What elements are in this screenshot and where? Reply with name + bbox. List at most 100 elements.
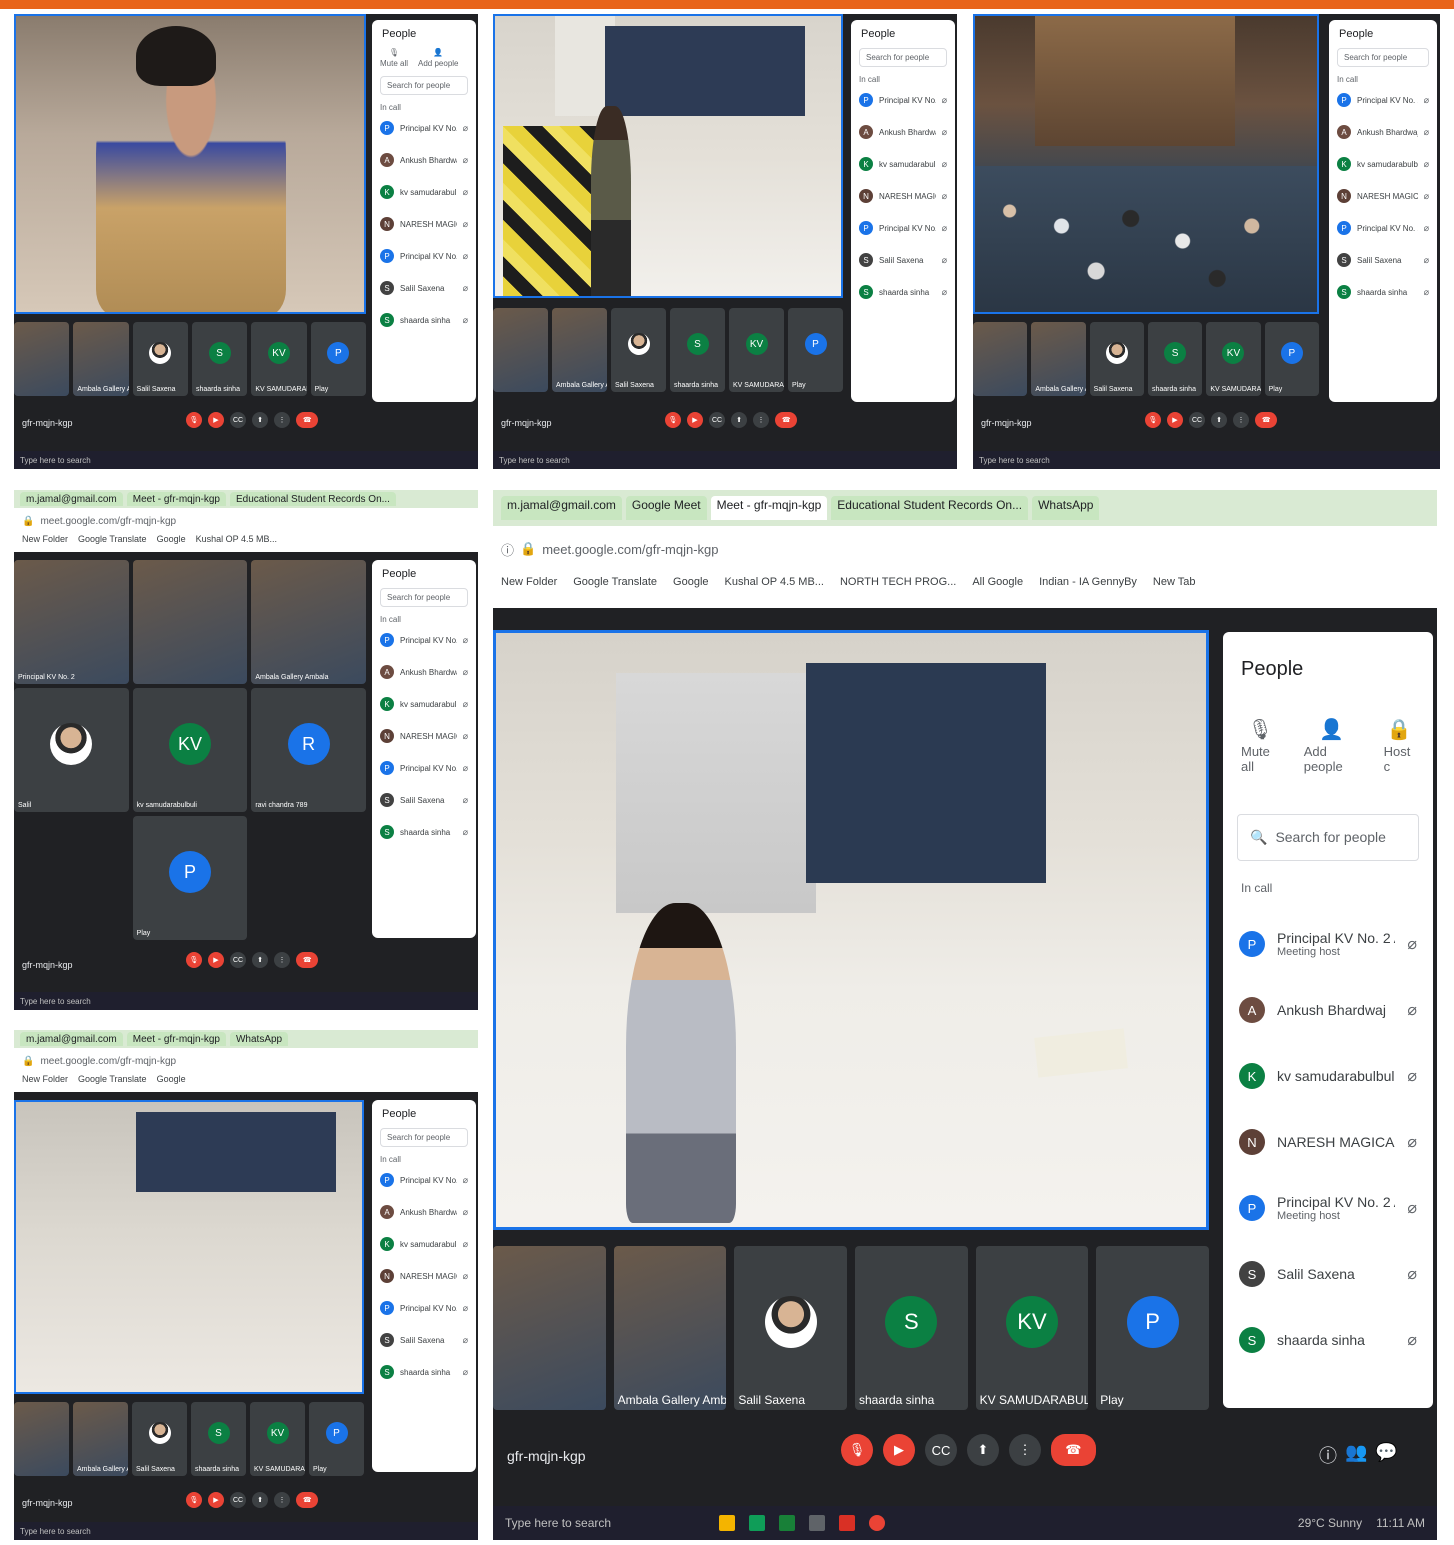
participant-row[interactable]: N NARESH MAGICAL COMPUTE... ⌀ [372, 208, 476, 240]
browser-tab[interactable]: Educational Student Records On... [831, 496, 1029, 520]
mic-muted-icon[interactable]: ⌀ [1407, 934, 1417, 954]
more-options-button[interactable]: ⋮ [1009, 1434, 1041, 1466]
mic-muted-icon[interactable]: ⌀ [942, 223, 947, 234]
captions-button[interactable]: CC [230, 952, 246, 968]
mic-muted-icon[interactable]: ⌀ [1424, 191, 1429, 202]
participant-row[interactable]: Sshaarda sinha ⌀ [372, 304, 476, 336]
participant-row[interactable]: Kkv samudarabulbuli ⌀ [372, 688, 476, 720]
mic-muted-icon[interactable]: ⌀ [1407, 1264, 1417, 1284]
mic-muted-icon[interactable]: ⌀ [942, 95, 947, 106]
participant-row[interactable]: S Salil Saxena ⌀ [851, 244, 955, 276]
participant-row[interactable]: Sshaarda sinha ⌀ [372, 1356, 476, 1388]
bookmark[interactable]: Google [157, 534, 186, 548]
mic-muted-icon[interactable]: ⌀ [463, 731, 468, 742]
participant-tile[interactable]: P Play [132, 816, 248, 940]
participant-tile[interactable]: Ambala Gallery Ambala [73, 1402, 128, 1476]
participant-row[interactable]: A Ankush Bhardwaj ⌀ [372, 1196, 476, 1228]
participant-tile[interactable]: Salil Saxena [1089, 322, 1144, 396]
participant-row[interactable]: N NARESH MAGICAL COMPUTE... ⌀ [372, 720, 476, 752]
participant-tile[interactable]: Sshaarda sinha [670, 308, 725, 392]
participant-tile[interactable]: Ambala Gallery Ambala [1031, 322, 1086, 396]
participant-row[interactable]: A Ankush Bhardwaj ⌀ [372, 144, 476, 176]
participant-tile[interactable] [14, 322, 70, 396]
participant-tile[interactable]: KV KV SAMUDARABULBULI... [975, 1246, 1089, 1410]
participant-tile[interactable]: KV KV SAMUDARABULBULI... [729, 308, 784, 392]
powerpoint-icon[interactable] [839, 1515, 855, 1531]
chat-icon[interactable]: 💬 [1375, 1442, 1397, 1468]
captions-button[interactable]: CC [925, 1434, 957, 1466]
participant-row[interactable]: Sshaarda sinha ⌀ [851, 276, 955, 308]
bookmark[interactable]: Google [673, 576, 708, 598]
more-options-button[interactable]: ⋮ [274, 1492, 290, 1508]
participant-row[interactable]: Sshaarda sinha ⌀ [1223, 1307, 1433, 1373]
participant-row[interactable]: Kkv samudarabulbuli ⌀ [1223, 1043, 1433, 1109]
participant-row[interactable]: S Salil Saxena ⌀ [372, 784, 476, 816]
camera-off-button[interactable]: ▶ [208, 1492, 224, 1508]
participant-row[interactable]: N NARESH MAGICAL COMPUTE... ⌀ [1329, 180, 1437, 212]
add-people-button[interactable]: 👤 Add people [418, 48, 458, 68]
mic-muted-icon[interactable]: ⌀ [463, 763, 468, 774]
participant-row[interactable]: Kkv samudarabulbuli ⌀ [372, 176, 476, 208]
present-button[interactable]: ⬆ [1211, 412, 1227, 428]
mic-muted-icon[interactable]: ⌀ [1407, 1066, 1417, 1086]
mic-muted-icon[interactable]: ⌀ [1407, 1132, 1417, 1152]
mic-muted-icon[interactable]: ⌀ [942, 127, 947, 138]
present-button[interactable]: ⬆ [731, 412, 747, 428]
more-options-button[interactable]: ⋮ [274, 412, 290, 428]
leave-call-button[interactable]: ☎ [1255, 412, 1278, 428]
participant-tile[interactable] [973, 322, 1028, 396]
participant-tile[interactable]: Salil Saxena [132, 322, 188, 396]
participant-tile[interactable]: Principal KV No. 2 [14, 560, 129, 684]
excel-icon[interactable] [779, 1515, 795, 1531]
mic-muted-icon[interactable]: ⌀ [463, 187, 468, 198]
participant-tile[interactable]: Sshaarda sinha [191, 1402, 246, 1476]
mic-muted-icon[interactable]: ⌀ [463, 635, 468, 646]
mute-all-button[interactable]: 🎙 Mute all [380, 48, 408, 68]
participant-tile[interactable]: P Play [1096, 1246, 1209, 1410]
captions-button[interactable]: CC [1189, 412, 1205, 428]
participant-row[interactable]: Kkv samudarabulbuli ⌀ [372, 1228, 476, 1260]
mic-muted-icon[interactable]: ⌀ [463, 1367, 468, 1378]
participant-row[interactable]: Kkv samudarabulbuli ⌀ [1329, 148, 1437, 180]
mic-muted-icon[interactable]: ⌀ [463, 315, 468, 326]
bookmark[interactable]: Kushal OP 4.5 MB... [725, 576, 824, 598]
present-button[interactable]: ⬆ [967, 1434, 999, 1466]
info-icon[interactable]: ⓘ [1319, 1442, 1337, 1468]
bookmark[interactable]: Google [157, 1074, 186, 1088]
participant-tile[interactable]: KV kv samudarabulbuli [132, 688, 248, 812]
present-button[interactable]: ⬆ [252, 952, 268, 968]
participant-row[interactable]: P Principal KV No. 2 A... ⌀ [372, 112, 476, 144]
captions-button[interactable]: CC [709, 412, 725, 428]
participant-row[interactable]: N NARESH MAGICAL COMPUTE... ⌀ [372, 1260, 476, 1292]
browser-tab[interactable]: Educational Student Records On... [229, 492, 396, 506]
bookmark[interactable]: Google Translate [78, 534, 147, 548]
edge-icon[interactable] [749, 1515, 765, 1531]
mic-muted-icon[interactable]: ⌀ [1407, 1198, 1417, 1218]
leave-call-button[interactable]: ☎ [296, 412, 319, 428]
mic-muted-icon[interactable]: ⌀ [1407, 1000, 1417, 1020]
mic-off-button[interactable]: 🎙 [1145, 412, 1161, 428]
participant-row[interactable]: P Principal KV No. 2 Ambala ⌀ [851, 212, 955, 244]
bookmark[interactable]: Google Translate [573, 576, 657, 598]
mic-muted-icon[interactable]: ⌀ [1424, 127, 1429, 138]
mic-muted-icon[interactable]: ⌀ [463, 667, 468, 678]
mic-muted-icon[interactable]: ⌀ [463, 283, 468, 294]
host-controls-button[interactable]: 🔒 Host c [1384, 717, 1415, 774]
leave-call-button[interactable]: ☎ [296, 1492, 319, 1508]
participant-tile[interactable]: Ambala Gallery Ambala [552, 308, 607, 392]
participant-tile[interactable]: Rravi chandra 789 [251, 688, 366, 812]
bookmark[interactable]: New Folder [22, 1074, 68, 1088]
mic-muted-icon[interactable]: ⌀ [463, 1303, 468, 1314]
mic-muted-icon[interactable]: ⌀ [463, 795, 468, 806]
participant-tile[interactable]: Salil Saxena [734, 1246, 847, 1410]
participant-row[interactable]: Sshaarda sinha ⌀ [1329, 276, 1437, 308]
participant-tile[interactable]: Sshaarda sinha [854, 1246, 968, 1410]
camera-off-button[interactable]: ▶ [1167, 412, 1183, 428]
mic-muted-icon[interactable]: ⌀ [942, 191, 947, 202]
participant-row[interactable]: A Ankush Bhardwaj ⌀ [372, 656, 476, 688]
mic-muted-icon[interactable]: ⌀ [1424, 223, 1429, 234]
people-search-input[interactable]: Search for people [380, 588, 468, 607]
camera-off-button[interactable]: ▶ [687, 412, 703, 428]
address-bar[interactable]: ⓘ 🔒 meet.google.com/gfr-mqjn-kgp [493, 534, 1437, 564]
taskbar-search[interactable]: Type here to search [505, 1516, 705, 1530]
